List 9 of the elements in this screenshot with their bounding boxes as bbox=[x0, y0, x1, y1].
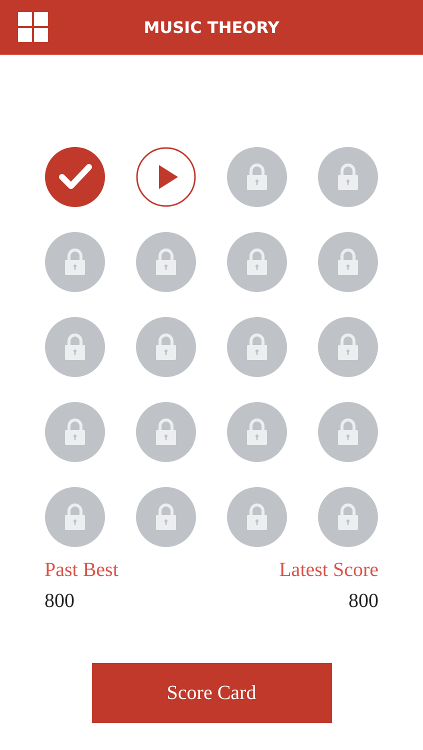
past-best-label: Past Best bbox=[44, 559, 118, 582]
latest-score-label: Latest Score bbox=[279, 559, 378, 582]
play-level-icon[interactable] bbox=[136, 147, 196, 207]
grid-menu-icon[interactable] bbox=[18, 12, 48, 42]
score-card-button[interactable]: Score Card bbox=[92, 663, 332, 723]
app-title: MUSIC THEORY bbox=[144, 18, 280, 36]
completed-level-icon[interactable] bbox=[44, 147, 104, 207]
past-best-value: 800 bbox=[44, 590, 76, 613]
latest-score-value: 800 bbox=[348, 590, 378, 613]
